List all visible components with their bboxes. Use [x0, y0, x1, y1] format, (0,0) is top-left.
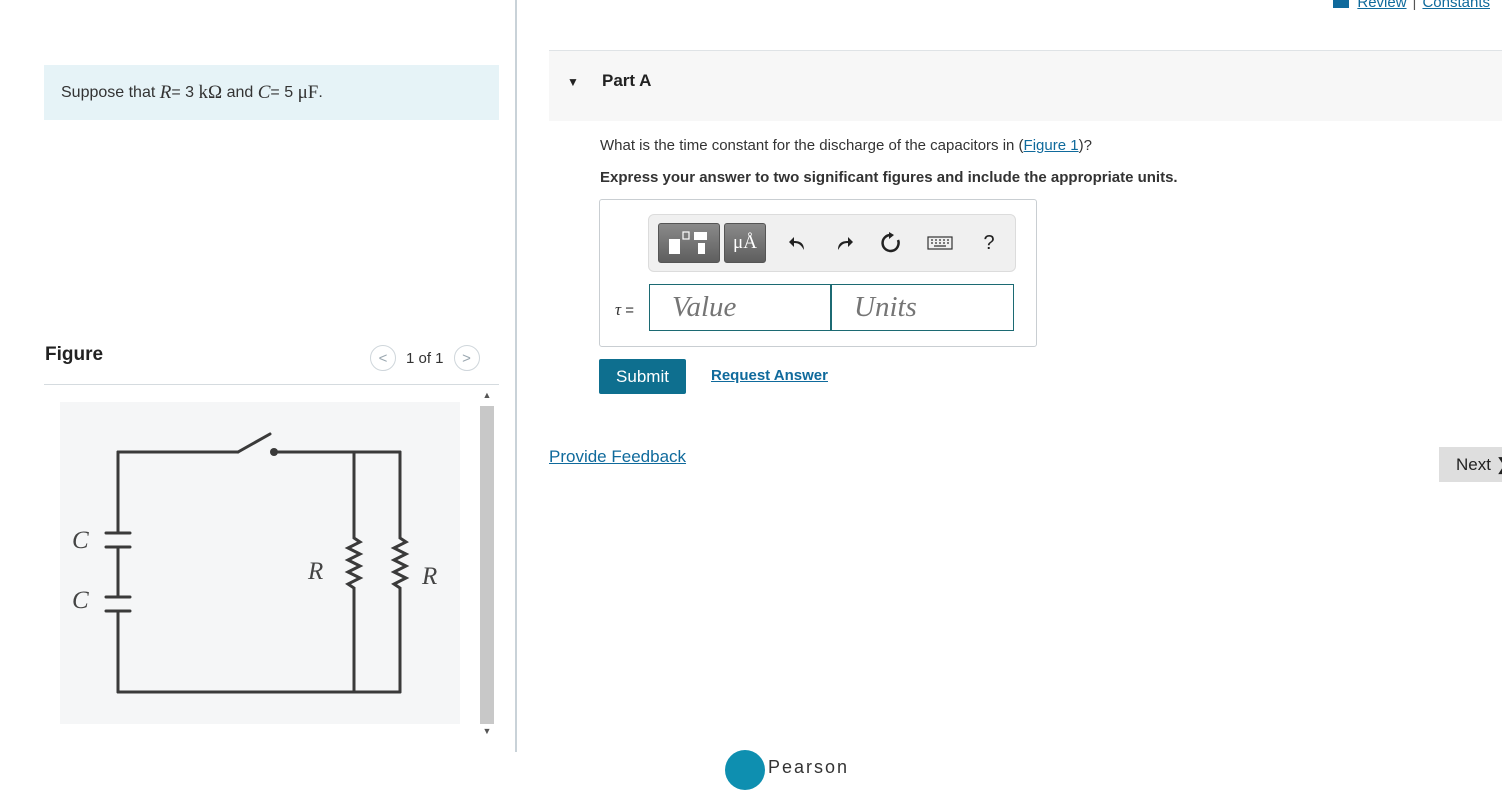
- figure-title: Figure: [45, 344, 104, 365]
- question-text: What is the time constant for the discha…: [600, 137, 1092, 154]
- switch-blade: [236, 432, 272, 454]
- part-label: Part A: [602, 71, 652, 90]
- scroll-down-arrow-icon[interactable]: ▼: [478, 726, 496, 740]
- submit-button[interactable]: Submit: [599, 359, 686, 394]
- problem-text: Suppose that: [61, 83, 156, 101]
- circuit-diagram: C C R R: [72, 432, 437, 694]
- panel-divider[interactable]: [515, 0, 517, 752]
- circuit-figure: C C R R: [60, 402, 460, 724]
- value-input[interactable]: [649, 284, 831, 331]
- label-r-left: R: [307, 558, 323, 585]
- label-c-top: C: [72, 527, 89, 554]
- figure-link[interactable]: Figure 1: [1024, 137, 1079, 154]
- scroll-up-arrow-icon[interactable]: ▲: [478, 390, 496, 404]
- problem-period: .: [318, 83, 323, 101]
- help-icon[interactable]: ?: [976, 230, 1002, 256]
- chevron-right-icon: >: [462, 349, 471, 367]
- units-icon: μÅ: [733, 232, 757, 253]
- left-panel: Suppose that R = 3 kΩ and C = 5 μF. Figu…: [0, 0, 515, 767]
- units-button[interactable]: μÅ: [724, 223, 766, 263]
- chevron-left-icon: <: [378, 349, 388, 367]
- figure-next-button[interactable]: >: [453, 345, 480, 371]
- figure-divider: [44, 384, 499, 385]
- caret-down-icon[interactable]: ▼: [567, 75, 579, 89]
- capacitance-value: = 5: [270, 83, 294, 101]
- part-a-header[interactable]: ▼ Part A: [549, 50, 1502, 121]
- answer-instruction: Express your answer to two significant f…: [600, 169, 1178, 186]
- templates-button[interactable]: [658, 223, 720, 263]
- nav-separator: |: [1412, 0, 1417, 11]
- label-c-bottom: C: [72, 587, 89, 614]
- top-nav: Review | Constants: [1333, 0, 1490, 11]
- capacitor-top: [104, 531, 132, 549]
- tau-label: τ =: [615, 300, 634, 320]
- capacitor-bottom: [104, 595, 132, 613]
- units-input[interactable]: [831, 284, 1014, 331]
- book-icon: [1333, 0, 1350, 8]
- reset-icon[interactable]: [878, 230, 904, 256]
- redo-icon[interactable]: [831, 230, 857, 256]
- scrollbar-thumb[interactable]: [480, 406, 494, 724]
- figure-prev-button[interactable]: <: [370, 345, 396, 371]
- request-answer-link[interactable]: Request Answer: [711, 367, 828, 384]
- label-r-right: R: [421, 563, 437, 590]
- resistance-unit: kΩ: [198, 81, 223, 103]
- next-button[interactable]: Next ❯: [1439, 447, 1502, 482]
- math-toolbar: μÅ ?: [648, 214, 1016, 272]
- pearson-brand: Pearson: [768, 757, 850, 777]
- answer-box: μÅ ? τ =: [599, 199, 1037, 347]
- resistor-right: [390, 450, 410, 694]
- figure-scrollbar[interactable]: ▲ ▼: [478, 388, 496, 744]
- capacitance-unit: μF: [297, 81, 319, 103]
- constants-link[interactable]: Constants: [1422, 0, 1490, 11]
- review-link[interactable]: Review: [1357, 0, 1406, 11]
- switch-contact: [270, 448, 278, 456]
- problem-text-and: and: [226, 83, 254, 101]
- pearson-logo-icon: [725, 750, 765, 790]
- undo-icon[interactable]: [785, 230, 811, 256]
- question-text-end: )?: [1078, 137, 1092, 154]
- keyboard-icon[interactable]: [926, 230, 954, 256]
- question-text-start: What is the time constant for the discha…: [600, 137, 1024, 154]
- templates-icon: [669, 231, 707, 254]
- provide-feedback-link[interactable]: Provide Feedback: [549, 447, 686, 467]
- resistor-left: [344, 450, 364, 694]
- resistance-value: = 3: [171, 83, 195, 101]
- problem-statement: Suppose that R = 3 kΩ and C = 5 μF.: [44, 65, 499, 120]
- figure-page-count: 1 of 1: [406, 349, 444, 367]
- figure-pager: < 1 of 1 >: [370, 345, 480, 371]
- capacitance-symbol: C: [257, 81, 271, 103]
- tau-equals: =: [621, 302, 635, 319]
- resistance-symbol: R: [159, 81, 172, 103]
